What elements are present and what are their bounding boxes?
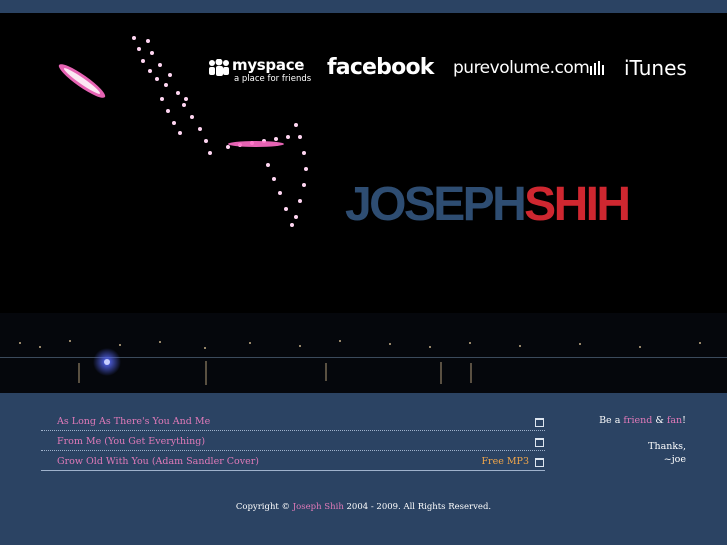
fan-link[interactable]: fan	[667, 415, 682, 426]
logo-last-name: SHIH	[524, 178, 631, 231]
track-row: As Long As There's You And Me	[41, 411, 545, 431]
track-row: From Me (You Get Everything)	[41, 431, 545, 451]
itunes-link[interactable]: iTunes	[624, 56, 687, 80]
copyright-suffix: 2004 - 2009. All Rights Reserved.	[346, 502, 492, 512]
track-title-link[interactable]: From Me (You Get Everything)	[57, 436, 205, 447]
social-links: myspace a place for friends facebook pur…	[0, 45, 727, 90]
track-title-link[interactable]: As Long As There's You And Me	[57, 416, 210, 427]
logo-first-name: JOSEPH	[345, 178, 527, 231]
player-window-icon[interactable]	[535, 458, 544, 467]
track-row: Grow Old With You (Adam Sandler Cover) F…	[41, 451, 545, 471]
friend-fan-line: Be a friend & fan!	[560, 415, 686, 426]
header-banner: myspace a place for friends facebook pur…	[0, 13, 727, 393]
exclamation-text: !	[682, 415, 686, 426]
site-logo: JOSEPHSHIH	[345, 178, 631, 231]
player-window-icon[interactable]	[535, 418, 544, 427]
myspace-people-icon	[209, 59, 229, 76]
track-title-link[interactable]: Grow Old With You (Adam Sandler Cover)	[57, 456, 259, 467]
free-mp3-link[interactable]: Free MP3	[481, 456, 529, 467]
facebook-link[interactable]: facebook	[327, 55, 434, 80]
signature-text: ~joe	[663, 454, 686, 465]
sidebar-note: Be a friend & fan! Thanks, ~joe	[560, 415, 686, 465]
be-a-text: Be a	[599, 415, 621, 426]
ampersand-text: &	[655, 415, 664, 426]
player-window-icon[interactable]	[535, 438, 544, 447]
purevolume-link[interactable]: purevolume.com	[453, 58, 590, 78]
track-list: As Long As There's You And Me From Me (Y…	[41, 411, 545, 471]
friend-link[interactable]: friend	[623, 415, 652, 426]
purevolume-bars-icon	[590, 61, 604, 75]
thanks-text: Thanks,	[648, 441, 686, 452]
myspace-name: myspace	[232, 56, 305, 74]
myspace-tagline: a place for friends	[234, 74, 312, 84]
copyright-prefix: Copyright ©	[235, 502, 291, 512]
copyright-name-link[interactable]: Joseph Shih	[293, 502, 344, 512]
copyright-footer: Copyright © Joseph Shih 2004 - 2009. All…	[0, 502, 727, 512]
top-bar	[0, 0, 727, 13]
